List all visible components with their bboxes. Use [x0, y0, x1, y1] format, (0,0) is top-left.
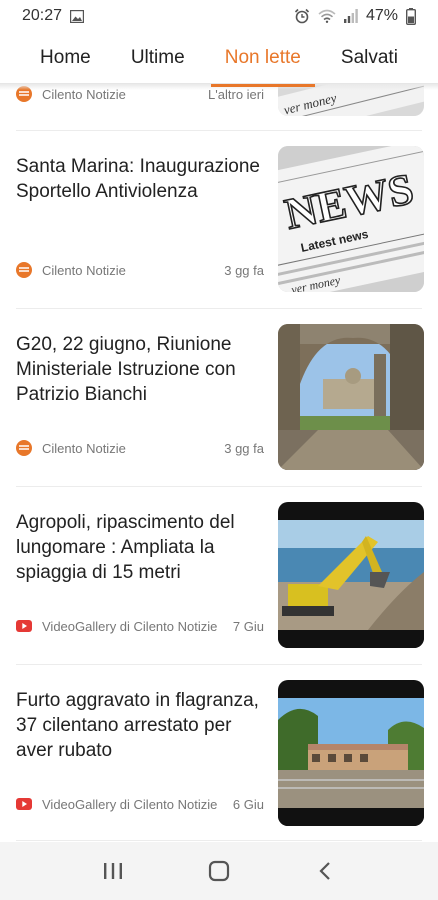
tab-salvati[interactable]: Salvati	[333, 39, 406, 77]
article-text: G20, 22 giugno, Riunione Ministeriale Is…	[16, 324, 264, 474]
battery-icon	[406, 7, 416, 25]
list-item[interactable]: Furto aggravato in flagranza, 37 cilenta…	[16, 680, 424, 830]
youtube-icon	[16, 620, 32, 632]
youtube-icon	[16, 798, 32, 810]
article-thumbnail[interactable]: NEWS Latest news ver money	[278, 146, 424, 292]
article-title[interactable]: G20, 22 giugno, Riunione Ministeriale Is…	[16, 332, 264, 407]
system-nav-bar	[0, 842, 438, 900]
article-date: 3 gg fa	[224, 440, 264, 456]
article-meta: VideoGallery di Cilento Notizie 6 Giu	[16, 796, 264, 812]
article-date: 3 gg fa	[224, 262, 264, 278]
article-source: VideoGallery di Cilento Notizie	[42, 618, 218, 634]
tab-non-lette[interactable]: Non lette	[210, 39, 315, 87]
battery-percentage: 47%	[365, 7, 398, 24]
divider	[16, 840, 422, 841]
article-thumbnail[interactable]	[278, 680, 424, 826]
alarm-icon	[294, 8, 310, 24]
article-meta: VideoGallery di Cilento Notizie 7 Giu	[16, 618, 264, 634]
recent-apps-icon[interactable]	[93, 851, 133, 891]
tab-ultime[interactable]: Ultime	[123, 39, 193, 77]
tab-bar: Home Ultime Non lette Salvati	[0, 32, 438, 87]
article-text: Santa Marina: Inaugurazione Sportello An…	[16, 146, 264, 296]
article-date: 6 Giu	[232, 796, 264, 812]
article-text: Agropoli, ripascimento del lungomare : A…	[16, 502, 264, 652]
divider	[16, 664, 422, 665]
article-meta: Cilento Notizie 3 gg fa	[16, 440, 264, 456]
article-title[interactable]: Furto aggravato in flagranza, 37 cilenta…	[16, 688, 264, 763]
back-icon[interactable]	[305, 851, 345, 891]
article-title[interactable]: Agropoli, ripascimento del lungomare : A…	[16, 510, 264, 585]
tab-home[interactable]: Home	[32, 39, 99, 77]
home-icon[interactable]	[199, 851, 239, 891]
list-item[interactable]: Agropoli, ripascimento del lungomare : A…	[16, 502, 424, 652]
article-date: 7 Giu	[232, 618, 264, 634]
article-source: Cilento Notizie	[42, 262, 126, 278]
article-thumbnail[interactable]	[278, 324, 424, 470]
article-source: Cilento Notizie	[42, 440, 126, 456]
site-logo-icon	[16, 440, 32, 456]
list-item[interactable]: Cilento Notizie L'altro ieri ver money	[0, 84, 438, 130]
divider	[16, 486, 422, 487]
site-logo-icon	[16, 262, 32, 278]
article-thumbnail[interactable]	[278, 502, 424, 648]
divider	[16, 130, 422, 131]
wifi-icon	[318, 9, 336, 23]
image-icon	[70, 9, 85, 23]
list-item[interactable]: G20, 22 giugno, Riunione Ministeriale Is…	[16, 324, 424, 474]
divider	[16, 308, 422, 309]
list-item[interactable]: Santa Marina: Inaugurazione Sportello An…	[16, 146, 424, 296]
clock: 20:27	[22, 7, 63, 24]
status-bar: 20:27 47%	[0, 0, 438, 32]
signal-icon	[343, 9, 358, 23]
article-meta: Cilento Notizie 3 gg fa	[16, 262, 264, 278]
article-text: Furto aggravato in flagranza, 37 cilenta…	[16, 680, 264, 830]
article-feed[interactable]: Cilento Notizie L'altro ieri ver money S…	[0, 84, 438, 842]
article-source: VideoGallery di Cilento Notizie	[42, 796, 218, 812]
article-title[interactable]: Santa Marina: Inaugurazione Sportello An…	[16, 154, 264, 204]
